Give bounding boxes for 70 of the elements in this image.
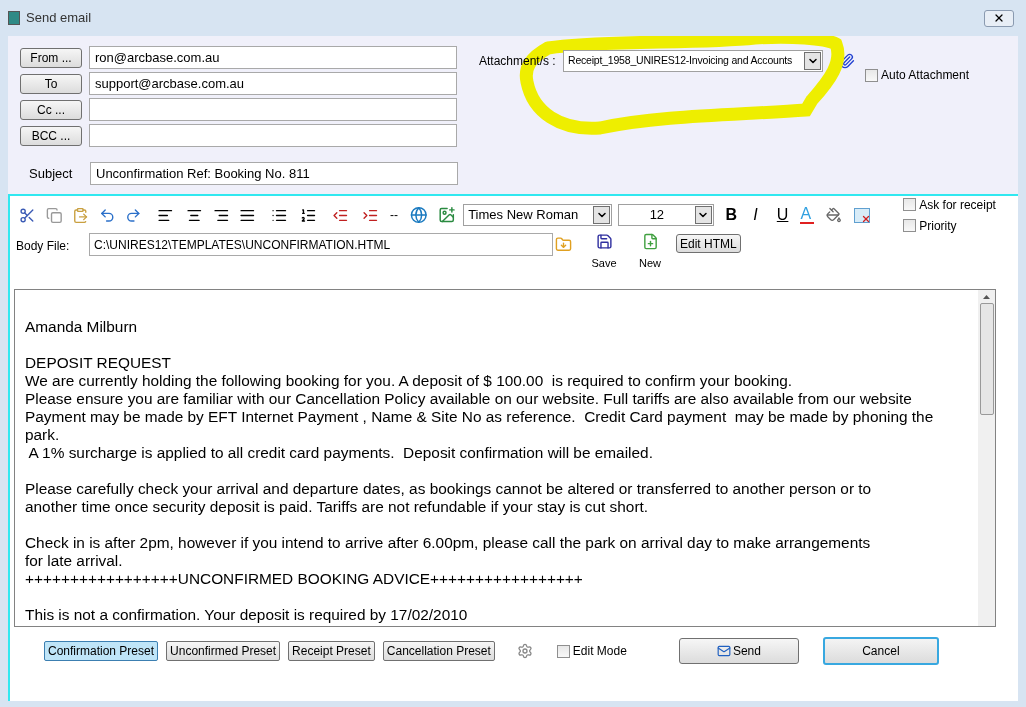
- body-text-line: We are currently holding the following booking for you. A deposit of $ 100.00 is required to confirm your booking.: [25, 372, 794, 390]
- save-icon: [595, 233, 613, 250]
- option-label: Priority: [919, 217, 957, 235]
- body-text-line: park.: [25, 426, 61, 444]
- scroll-up-icon[interactable]: [983, 295, 990, 299]
- preset-button[interactable]: Unconfirmed Preset: [166, 641, 281, 661]
- recipient-field[interactable]: [89, 98, 457, 121]
- font-size-dropdown[interactable]: 12: [618, 204, 714, 226]
- window-title: Send email: [26, 9, 92, 28]
- font-dropdown[interactable]: Times New Roman: [463, 204, 613, 226]
- send-button[interactable]: Send: [678, 638, 799, 664]
- edit-mode-checkbox[interactable]: [556, 644, 570, 658]
- insert-image-icon[interactable]: [437, 206, 456, 224]
- recipient-field[interactable]: [89, 124, 457, 147]
- scrollbar[interactable]: [978, 290, 995, 626]
- auto-attachment-checkbox[interactable]: [865, 68, 878, 82]
- file-action-button[interactable]: Save: [590, 233, 618, 272]
- body-text-line: Amanda Milburn: [25, 318, 139, 336]
- underline-button[interactable]: U: [776, 203, 791, 227]
- preset-button[interactable]: Cancellation Preset: [382, 641, 495, 661]
- body-text-line: Payment may be made by EFT Internet Payment , Name & Site No as reference. Credit Card payment may be made by phoning the: [25, 408, 935, 426]
- recipient-button[interactable]: From ...: [20, 47, 82, 68]
- recipient-button[interactable]: To: [20, 73, 82, 94]
- copy-icon[interactable]: [45, 206, 63, 224]
- app-icon: [8, 11, 20, 25]
- body-text-line: This is not a confirmation. Your deposit is required by 17/02/2010: [25, 606, 469, 624]
- edit-html-button[interactable]: Edit HTML: [676, 234, 741, 253]
- cancel-button[interactable]: Cancel: [822, 637, 939, 665]
- option-checkbox[interactable]: [903, 219, 917, 232]
- preset-button[interactable]: Confirmation Preset: [44, 641, 159, 661]
- recipient-field[interactable]: ron@arcbase.com.au: [89, 46, 457, 69]
- globe-icon[interactable]: [410, 206, 428, 224]
- body-text-line: another time once security deposit is paid. Tariffs are not refundable if your stay is cut short.: [25, 498, 650, 516]
- subject-label: Subject: [29, 164, 73, 183]
- recipient-field[interactable]: support@arcbase.com.au: [89, 72, 457, 95]
- auto-attachment-label: Auto Attachment: [881, 67, 970, 84]
- preset-button[interactable]: Receipt Preset: [288, 641, 375, 661]
- body-text-line: +++++++++++++++++UNCONFIRMED BOOKING ADVICE+++++++++++++++++: [25, 570, 584, 588]
- body-text-line: Check in is after 2pm, however if you intend to arrive after 6.00pm, please call the park on arrival day to make arrangements: [25, 534, 872, 552]
- body-editor[interactable]: [14, 289, 996, 627]
- edit-mode-label: Edit Mode: [572, 643, 627, 660]
- body-file-label: Body File:: [16, 238, 71, 255]
- option-label: Ask for receipt: [919, 196, 996, 214]
- body-text-line: Please carefully check your arrival and departure dates, as bookings cannot be altered or transferred to another person or to: [25, 480, 873, 498]
- file-action-button[interactable]: New: [636, 233, 664, 272]
- cut-icon[interactable]: [19, 206, 36, 224]
- remove-format-icon[interactable]: [853, 207, 871, 223]
- paperclip-icon[interactable]: [839, 53, 855, 69]
- body-text-line: DEPOSIT REQUEST: [25, 354, 172, 372]
- italic-button[interactable]: I: [753, 203, 767, 227]
- body-text-line: A 1% surcharge is applied to all credit card payments. Deposit confirmation will be emailed.: [27, 444, 654, 462]
- attachment-dropdown[interactable]: Receipt_1958_UNIRES12-Invoicing and Accounts: [563, 50, 823, 72]
- close-button[interactable]: [984, 9, 1014, 27]
- body-text-line: for late arrival.: [25, 552, 124, 570]
- recipient-button[interactable]: BCC ...: [20, 125, 82, 146]
- close-icon: [993, 12, 1005, 24]
- option-checkbox[interactable]: [903, 198, 917, 211]
- body-file-field[interactable]: C:\UNIRES12\TEMPLATES\UNCONFIRMATION.HTML: [89, 233, 553, 256]
- horizontal-rule-button[interactable]: --: [390, 206, 399, 224]
- settings-icon[interactable]: [516, 643, 533, 659]
- body-text-line: Please ensure you are familiar with our Cancellation Policy available on our website. Full tariffs are also available from our website: [25, 390, 913, 408]
- subject-field[interactable]: Unconfirmation Ref: Booking No. 811: [90, 162, 458, 185]
- undo-icon[interactable]: [98, 206, 116, 224]
- recipient-button[interactable]: Cc ...: [20, 99, 82, 120]
- paint-bucket-icon[interactable]: [826, 207, 842, 223]
- new-file-icon: [641, 233, 659, 250]
- redo-icon[interactable]: [125, 206, 142, 224]
- numbered-list-icon[interactable]: [300, 206, 317, 224]
- bold-button[interactable]: B: [725, 203, 742, 227]
- envelope-icon: [716, 644, 731, 658]
